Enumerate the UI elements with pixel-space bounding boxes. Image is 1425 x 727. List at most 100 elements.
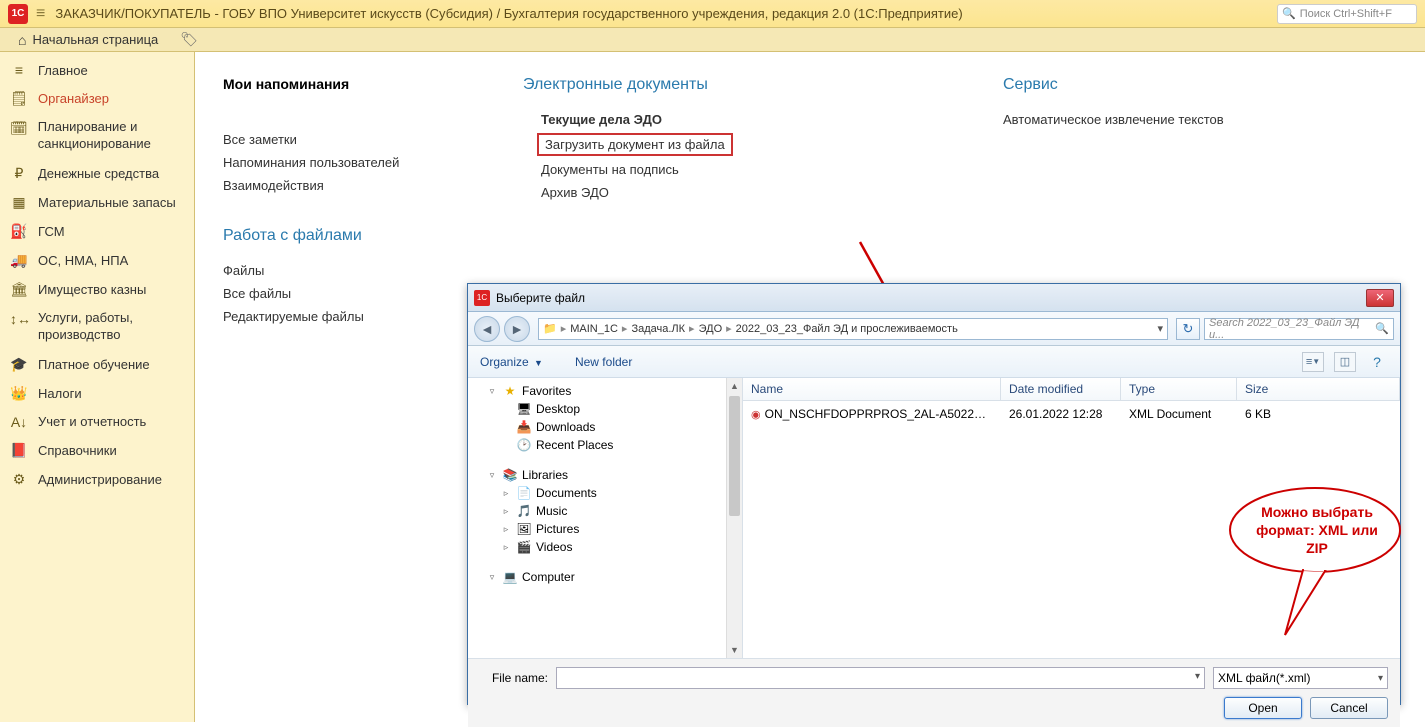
global-search-input[interactable]: 🔍 Поиск Ctrl+Shift+F <box>1277 4 1417 24</box>
section-service-title: Сервис <box>1003 76 1283 94</box>
col-header-size[interactable]: Size <box>1237 378 1400 400</box>
tree-pictures[interactable]: ▹🖼Pictures <box>472 520 738 538</box>
search-icon: 🔍 <box>1282 7 1296 20</box>
favorites-tab-icon[interactable]: 🏷 <box>180 31 198 48</box>
tree-desktop[interactable]: 🖥Desktop <box>472 400 738 418</box>
link-interactions[interactable]: Взаимодействия <box>223 174 423 197</box>
refresh-button[interactable]: ↻ <box>1176 318 1200 340</box>
col-header-name[interactable]: Name <box>743 378 1001 400</box>
nav-back-button[interactable]: ◄ <box>474 316 500 342</box>
sidebar-item-treasury[interactable]: 🏛Имущество казны <box>0 275 194 304</box>
sidebar-item-reporting[interactable]: A↓Учет и отчетность <box>0 408 194 436</box>
building-icon: 🏛 <box>10 281 28 298</box>
search-icon: 🔍 <box>1375 322 1389 335</box>
sidebar-item-money[interactable]: ₽Денежные средства <box>0 159 194 188</box>
tree-favorites[interactable]: ▿★Favorites <box>472 382 738 400</box>
grid-icon: ▦ <box>10 194 28 211</box>
dialog-title: Выберите файл <box>496 291 585 305</box>
tree-music[interactable]: ▹🎵Music <box>472 502 738 520</box>
link-current-edo[interactable]: Текущие дела ЭДО <box>523 108 743 131</box>
calendar-icon: 🗓 <box>10 119 28 137</box>
filename-input[interactable]: ▾ <box>556 667 1205 689</box>
close-button[interactable]: ✕ <box>1366 289 1394 307</box>
tab-bar: ⌂ Начальная страница 🏷 <box>0 28 1425 52</box>
tree-documents[interactable]: ▹📄Documents <box>472 484 738 502</box>
section-reminders-title: Мои напоминания <box>223 76 423 92</box>
sidebar-label: Главное <box>38 63 88 78</box>
breadcrumb[interactable]: 📁 ▸ MAIN_1C▸ Задача.ЛК▸ ЭДО▸ 2022_03_23_… <box>538 318 1168 340</box>
link-auto-extract[interactable]: Автоматическое извлечение текстов <box>1003 108 1283 131</box>
breadcrumb-seg[interactable]: Задача.ЛК <box>627 323 689 335</box>
open-button[interactable]: Open <box>1224 697 1302 719</box>
col-header-type[interactable]: Type <box>1121 378 1237 400</box>
sidebar-item-admin[interactable]: ⚙ Администрирование <box>0 465 194 494</box>
xml-file-icon: ◉ <box>751 409 761 421</box>
link-user-reminders[interactable]: Напоминания пользователей <box>223 151 423 174</box>
view-mode-button[interactable]: ≡ ▼ <box>1302 352 1324 372</box>
sidebar-label: Услуги, работы, производство <box>38 310 184 344</box>
sidebar-item-os[interactable]: 🚚ОС, НМА, НПА <box>0 246 194 275</box>
ruble-icon: ₽ <box>10 165 28 182</box>
tree-videos[interactable]: ▹🎬Videos <box>472 538 738 556</box>
sidebar-item-organizer[interactable]: 🗒Органайзер <box>0 84 194 113</box>
sidebar-label: Справочники <box>38 443 117 458</box>
link-editable-files[interactable]: Редактируемые файлы <box>223 305 423 328</box>
link-files[interactable]: Файлы <box>223 259 423 282</box>
sidebar-item-gsm[interactable]: ⛽ГСМ <box>0 217 194 246</box>
file-row[interactable]: ◉ON_NSCHFDOPPRPROS_2AL-A5022ABE-... 26.0… <box>743 401 1400 427</box>
link-docs-to-sign[interactable]: Документы на подпись <box>523 158 743 181</box>
cancel-button[interactable]: Cancel <box>1310 697 1388 719</box>
col-header-date[interactable]: Date modified <box>1001 378 1121 400</box>
breadcrumb-dropdown-icon[interactable]: ▾ <box>1153 322 1167 335</box>
tab-home[interactable]: ⌂ Начальная страница <box>8 29 168 51</box>
tree-recent[interactable]: 🕑Recent Places <box>472 436 738 454</box>
hamburger-icon[interactable]: ≡ <box>36 5 45 23</box>
dialog-search-input[interactable]: Search 2022_03_23_Файл ЭД и... 🔍 <box>1204 318 1394 340</box>
preview-pane-button[interactable]: ◫ <box>1334 352 1356 372</box>
search-placeholder: Поиск Ctrl+Shift+F <box>1300 8 1392 20</box>
file-list: Name Date modified Type Size ◉ ON_NSCHFDO… <box>743 378 1400 658</box>
sidebar-label: Планирование и санкционирование <box>38 119 184 153</box>
breadcrumb-seg[interactable]: MAIN_1C <box>566 323 622 335</box>
main-sidebar: ≡ Главное 🗒Органайзер 🗓 Планирование и сан… <box>0 52 195 722</box>
link-all-files[interactable]: Все файлы <box>223 282 423 305</box>
window-titlebar: 1C ≡ ЗАКАЗЧИК/ПОКУПАТЕЛЬ - ГОБУ ВПО Унив… <box>0 0 1425 28</box>
crown-icon: 👑 <box>10 385 28 402</box>
tree-libraries[interactable]: ▿📚Libraries <box>472 466 738 484</box>
link-archive-edo[interactable]: Архив ЭДО <box>523 181 743 204</box>
list-icon: ≡ <box>10 62 28 78</box>
file-type: XML Document <box>1121 405 1237 423</box>
tree-computer[interactable]: ▿💻Computer <box>472 568 738 586</box>
new-folder-button[interactable]: New folder <box>575 355 632 369</box>
sidebar-item-main[interactable]: ≡ Главное <box>0 56 194 84</box>
sidebar-item-directories[interactable]: 📕Справочники <box>0 436 194 465</box>
nav-forward-button[interactable]: ► <box>504 316 530 342</box>
tree-scrollbar[interactable]: ▲ ▼ <box>726 378 742 658</box>
gear-icon: ⚙ <box>10 471 28 488</box>
sidebar-item-education[interactable]: 🎓Платное обучение <box>0 350 194 379</box>
arrows-icon: ↕↔ <box>10 310 28 328</box>
truck-icon: 🚚 <box>10 252 28 269</box>
help-button[interactable]: ? <box>1366 352 1388 372</box>
dialog-bottom-panel: File name: ▾ XML файл(*.xml)▾ Open Cance… <box>468 658 1400 727</box>
link-all-notes[interactable]: Все заметки <box>223 128 423 151</box>
file-size: 6 KB <box>1237 405 1400 423</box>
sidebar-item-planning[interactable]: 🗓 Планирование и санкционирование <box>0 113 194 159</box>
sidebar-label: ГСМ <box>38 224 65 239</box>
file-filter-select[interactable]: XML файл(*.xml)▾ <box>1213 667 1388 689</box>
file-name: ON_NSCHFDOPPRPROS_2AL-A5022ABE-... <box>765 407 1001 421</box>
sidebar-label: Администрирование <box>38 472 162 487</box>
dialog-navbar: ◄ ► 📁 ▸ MAIN_1C▸ Задача.ЛК▸ ЭДО▸ 2022_03… <box>468 312 1400 346</box>
link-load-from-file[interactable]: Загрузить документ из файла <box>545 137 725 152</box>
organize-button[interactable]: Organize ▼ <box>480 355 543 369</box>
sidebar-label: Материальные запасы <box>38 195 176 210</box>
link-load-from-file-box: Загрузить документ из файла <box>537 133 733 156</box>
sidebar-item-services[interactable]: ↕↔ Услуги, работы, производство <box>0 304 194 350</box>
tree-downloads[interactable]: 📥Downloads <box>472 418 738 436</box>
sidebar-item-taxes[interactable]: 👑Налоги <box>0 379 194 408</box>
sidebar-label: Учет и отчетность <box>38 414 146 429</box>
sidebar-item-materials[interactable]: ▦ Материальные запасы <box>0 188 194 217</box>
breadcrumb-seg[interactable]: 2022_03_23_Файл ЭД и прослеживаемость <box>732 323 962 335</box>
breadcrumb-seg[interactable]: ЭДО <box>695 323 727 335</box>
dialog-toolbar: Organize ▼ New folder ≡ ▼ ◫ ? <box>468 346 1400 378</box>
